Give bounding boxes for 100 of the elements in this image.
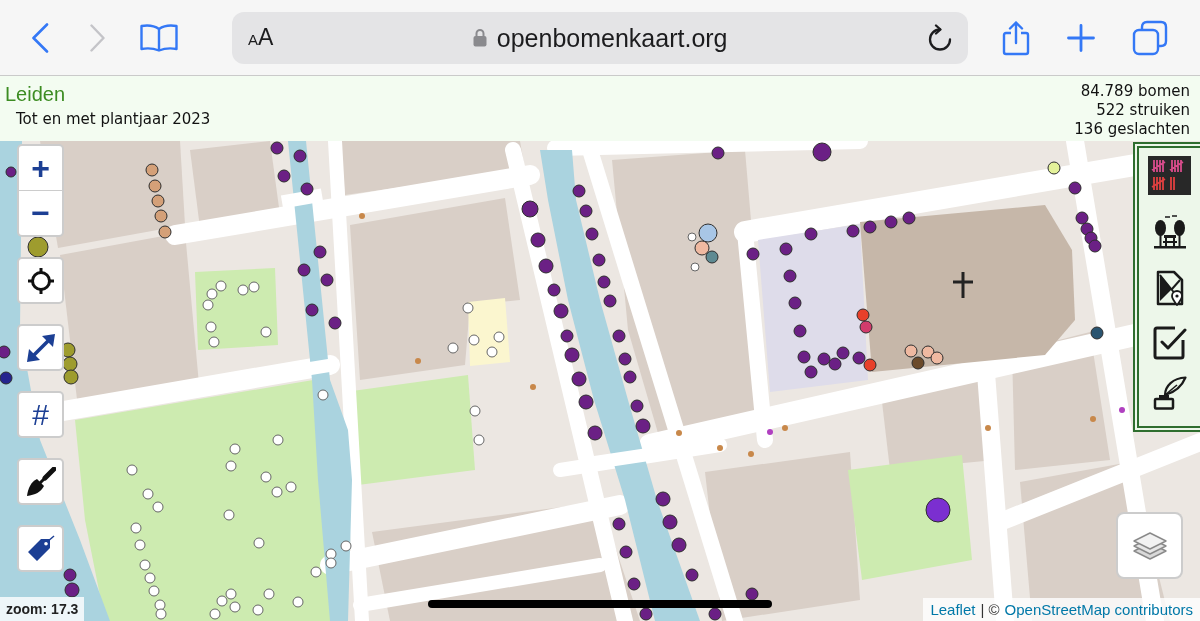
- attribution-link[interactable]: Leaflet: [930, 601, 976, 618]
- picnic-table-icon[interactable]: [1153, 214, 1186, 249]
- tree-marker-icon[interactable]: [921, 345, 935, 359]
- tree-marker-icon[interactable]: [126, 464, 138, 476]
- tree-marker-icon[interactable]: [277, 169, 291, 183]
- tree-marker-icon[interactable]: [687, 232, 697, 242]
- tree-marker-icon[interactable]: [206, 288, 218, 300]
- tree-marker-icon[interactable]: [690, 262, 700, 272]
- tree-marker-icon[interactable]: [447, 342, 459, 354]
- tree-marker-icon[interactable]: [852, 351, 866, 365]
- tree-marker-icon[interactable]: [746, 247, 760, 261]
- tree-marker-icon[interactable]: [623, 370, 637, 384]
- tree-marker-icon[interactable]: [305, 303, 319, 317]
- tree-marker-icon[interactable]: [612, 329, 626, 343]
- tree-marker-icon[interactable]: [158, 225, 172, 239]
- tree-marker-icon[interactable]: [685, 568, 699, 582]
- tree-marker-icon[interactable]: [655, 491, 671, 507]
- tree-marker-icon[interactable]: [911, 356, 925, 370]
- tree-marker-icon[interactable]: [205, 321, 217, 333]
- tree-marker-icon[interactable]: [248, 281, 260, 293]
- tree-marker-icon[interactable]: [62, 356, 78, 372]
- tree-marker-icon[interactable]: [328, 316, 342, 330]
- tree-marker-icon[interactable]: [612, 517, 626, 531]
- fullscreen-button[interactable]: [17, 324, 64, 371]
- tree-marker-icon[interactable]: [788, 296, 802, 310]
- tree-marker-icon[interactable]: [237, 284, 249, 296]
- tree-marker-icon[interactable]: [340, 540, 352, 552]
- tree-marker-icon[interactable]: [130, 522, 142, 534]
- attribution-link[interactable]: OpenStreetMap contributors: [1004, 601, 1193, 618]
- tree-marker-icon[interactable]: [587, 425, 603, 441]
- tree-marker-icon[interactable]: [619, 545, 633, 559]
- book-icon[interactable]: [140, 23, 178, 52]
- tree-marker-icon[interactable]: [817, 352, 831, 366]
- tree-marker-icon[interactable]: [271, 486, 283, 498]
- tag-button[interactable]: [17, 525, 64, 572]
- tree-marker-icon[interactable]: [1047, 161, 1061, 175]
- locate-button[interactable]: [17, 257, 64, 304]
- tree-marker-icon[interactable]: [0, 371, 13, 385]
- tree-marker-icon[interactable]: [0, 345, 11, 359]
- tree-marker-icon[interactable]: [859, 320, 873, 334]
- tree-marker-icon[interactable]: [148, 179, 162, 193]
- address-field[interactable]: AA openbomenkaart.org: [232, 11, 968, 64]
- tree-marker-icon[interactable]: [711, 146, 725, 160]
- tree-marker-icon[interactable]: [627, 577, 641, 591]
- tree-marker-icon[interactable]: [253, 537, 265, 549]
- tree-marker-icon[interactable]: [863, 220, 877, 234]
- grid-button[interactable]: #: [17, 391, 64, 438]
- tree-marker-icon[interactable]: [585, 227, 599, 241]
- tree-marker-icon[interactable]: [925, 497, 951, 523]
- tree-marker-icon[interactable]: [698, 223, 718, 243]
- tree-marker-icon[interactable]: [209, 608, 221, 620]
- tally-marks-icon[interactable]: [1148, 156, 1191, 195]
- tree-marker-icon[interactable]: [1088, 239, 1102, 253]
- tree-marker-icon[interactable]: [270, 141, 284, 155]
- tree-marker-icon[interactable]: [1068, 181, 1082, 195]
- tree-marker-icon[interactable]: [154, 209, 168, 223]
- tree-marker-icon[interactable]: [572, 184, 586, 198]
- tree-marker-icon[interactable]: [708, 607, 722, 621]
- tree-marker-icon[interactable]: [134, 539, 146, 551]
- chevron-left-icon[interactable]: [31, 22, 49, 53]
- trowel-button[interactable]: [17, 458, 64, 505]
- tree-marker-icon[interactable]: [804, 365, 818, 379]
- tree-marker-icon[interactable]: [260, 326, 272, 338]
- tree-marker-icon[interactable]: [225, 460, 237, 472]
- tree-marker-icon[interactable]: [846, 224, 860, 238]
- tree-marker-icon[interactable]: [828, 357, 842, 371]
- tree-marker-icon[interactable]: [671, 537, 687, 553]
- tree-marker-icon[interactable]: [325, 557, 337, 569]
- tree-marker-icon[interactable]: [560, 329, 574, 343]
- tree-marker-icon[interactable]: [154, 599, 166, 611]
- tree-marker-icon[interactable]: [635, 418, 651, 434]
- tree-marker-icon[interactable]: [202, 299, 214, 311]
- checkbox-icon[interactable]: [1152, 325, 1187, 360]
- tree-marker-icon[interactable]: [493, 331, 505, 343]
- text-size-button[interactable]: AA: [248, 26, 274, 49]
- overlapping-squares-icon[interactable]: [1132, 19, 1168, 56]
- tree-marker-icon[interactable]: [215, 280, 227, 292]
- tree-marker-icon[interactable]: [553, 303, 569, 319]
- tree-marker-icon[interactable]: [285, 481, 297, 493]
- tree-marker-icon[interactable]: [745, 587, 759, 601]
- tree-marker-icon[interactable]: [225, 588, 237, 600]
- tree-marker-icon[interactable]: [325, 548, 337, 560]
- tree-marker-icon[interactable]: [145, 163, 159, 177]
- tree-marker-icon[interactable]: [793, 324, 807, 338]
- tree-marker-icon[interactable]: [139, 559, 151, 571]
- tree-marker-icon[interactable]: [662, 514, 678, 530]
- reload-icon[interactable]: [927, 24, 952, 51]
- tree-marker-icon[interactable]: [597, 275, 611, 289]
- tree-marker-icon[interactable]: [902, 211, 916, 225]
- tree-marker-icon[interactable]: [155, 608, 167, 620]
- tree-marker-icon[interactable]: [694, 240, 710, 256]
- tree-marker-icon[interactable]: [152, 501, 164, 513]
- tree-marker-icon[interactable]: [148, 585, 160, 597]
- tree-marker-icon[interactable]: [5, 166, 17, 178]
- tree-marker-icon[interactable]: [208, 336, 220, 348]
- tree-marker-icon[interactable]: [705, 250, 719, 264]
- tree-marker-icon[interactable]: [252, 604, 264, 616]
- tree-marker-icon[interactable]: [797, 350, 811, 364]
- tree-marker-icon[interactable]: [64, 582, 80, 598]
- tree-marker-icon[interactable]: [317, 389, 329, 401]
